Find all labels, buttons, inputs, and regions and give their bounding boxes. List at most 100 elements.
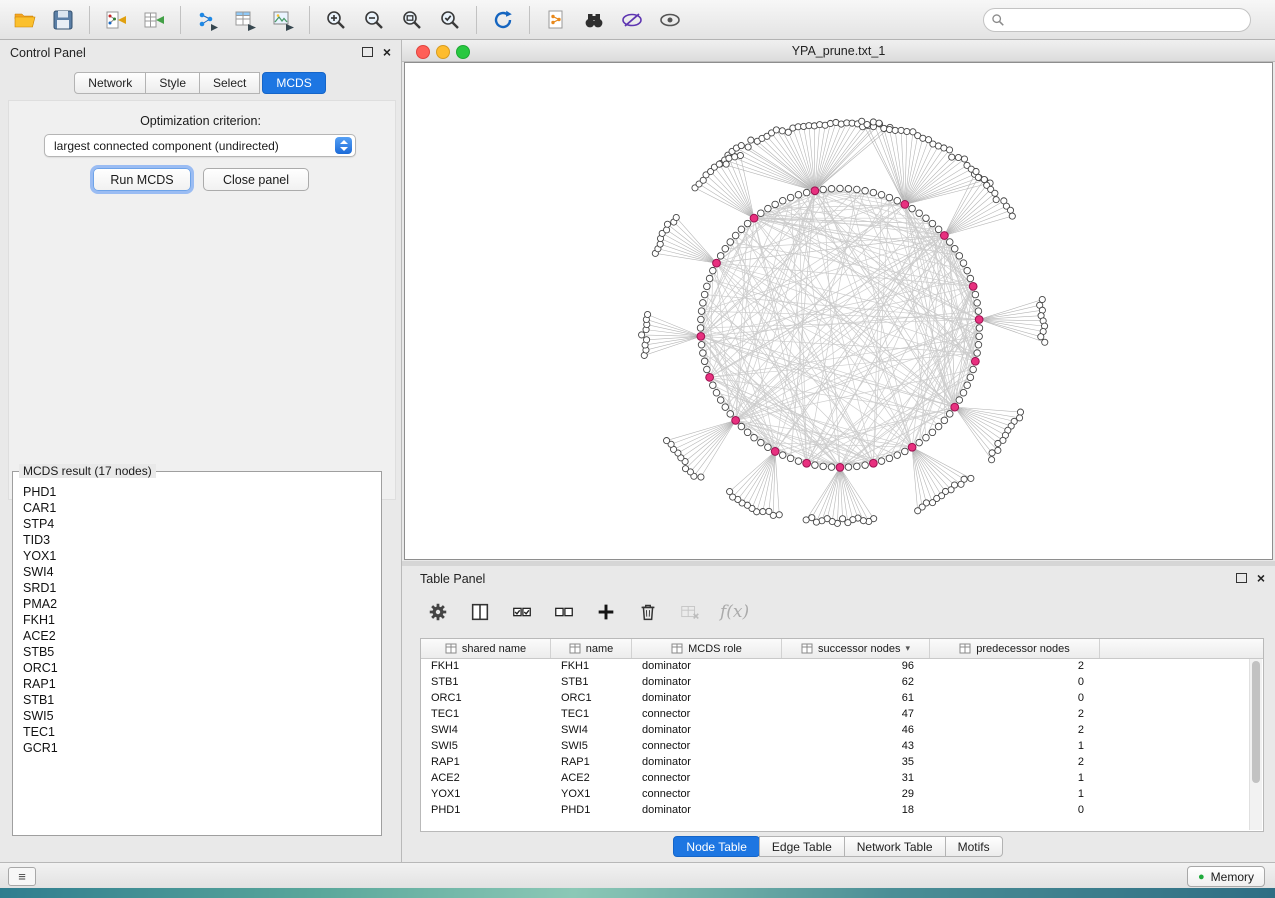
mcds-result-item[interactable]: SWI5	[23, 708, 381, 724]
column-header-name[interactable]: name	[551, 639, 632, 658]
hide-details-button[interactable]	[613, 4, 651, 36]
table-cell: SWI4	[551, 722, 632, 738]
toolbar-separator	[89, 6, 90, 34]
table-cell: ORC1	[551, 690, 632, 706]
criterion-dropdown[interactable]: largest connected component (undirected)	[44, 134, 356, 157]
table-panel-titlebar: Table Panel ×	[402, 566, 1275, 592]
table-row[interactable]: TEC1TEC1connector472	[421, 706, 1263, 722]
run-mcds-button[interactable]: Run MCDS	[93, 168, 191, 191]
float-window-button[interactable]	[1236, 573, 1247, 583]
search-network-button[interactable]	[575, 4, 613, 36]
table-cell: dominator	[632, 802, 782, 818]
column-grid-icon	[959, 643, 971, 654]
mcds-result-item[interactable]: GCR1	[23, 740, 381, 756]
table-row[interactable]: ACE2ACE2connector311	[421, 770, 1263, 786]
toolbar-separator	[309, 6, 310, 34]
show-details-button[interactable]	[651, 4, 689, 36]
table-row[interactable]: FKH1FKH1dominator962	[421, 658, 1263, 674]
zoom-out-button[interactable]	[355, 4, 393, 36]
table-row[interactable]: YOX1YOX1connector291	[421, 786, 1263, 802]
mcds-result-item[interactable]: PMA2	[23, 596, 381, 612]
table-row[interactable]: STB1STB1dominator620	[421, 674, 1263, 690]
network-view-canvas[interactable]	[404, 62, 1273, 560]
close-panel-button[interactable]: Close panel	[203, 168, 309, 191]
mcds-result-item[interactable]: SRD1	[23, 580, 381, 596]
columns-icon	[469, 601, 491, 623]
mcds-result-item[interactable]: TID3	[23, 532, 381, 548]
tab-network[interactable]: Network	[74, 72, 146, 94]
table-cell: dominator	[632, 658, 782, 674]
tab-edge-table[interactable]: Edge Table	[759, 836, 845, 857]
trash-icon	[637, 601, 659, 623]
close-window-button[interactable]: ×	[383, 46, 391, 58]
scrollbar-thumb[interactable]	[1252, 661, 1260, 783]
mcds-result-item[interactable]: SWI4	[23, 564, 381, 580]
table-row[interactable]: SWI4SWI4dominator462	[421, 722, 1263, 738]
table-scrollbar[interactable]	[1249, 659, 1262, 830]
export-table-icon	[233, 8, 257, 32]
network-graph[interactable]	[405, 63, 1272, 559]
table-cell: SWI5	[551, 738, 632, 754]
mcds-result-item[interactable]: STB5	[23, 644, 381, 660]
mcds-result-item[interactable]: CAR1	[23, 500, 381, 516]
zoom-selected-button[interactable]	[431, 4, 469, 36]
show-columns-button[interactable]	[468, 600, 492, 624]
tab-network-table[interactable]: Network Table	[844, 836, 946, 857]
mcds-result-item[interactable]: PHD1	[23, 484, 381, 500]
table-cell: YOX1	[421, 786, 551, 802]
mcds-result-item[interactable]: STB1	[23, 692, 381, 708]
deselect-all-button[interactable]	[552, 600, 576, 624]
float-window-button[interactable]	[362, 47, 373, 57]
dropdown-stepper-icon[interactable]	[335, 137, 352, 154]
tab-style[interactable]: Style	[145, 72, 200, 94]
table-cell: dominator	[632, 690, 782, 706]
mcds-result-item[interactable]: TEC1	[23, 724, 381, 740]
table-cell: connector	[632, 770, 782, 786]
add-column-button[interactable]	[594, 600, 618, 624]
table-cell: 2	[930, 706, 1100, 722]
import-table-button[interactable]	[135, 4, 173, 36]
table-row[interactable]: SWI5SWI5connector431	[421, 738, 1263, 754]
select-all-button[interactable]	[510, 600, 534, 624]
column-header-shared-name[interactable]: shared name	[421, 639, 551, 658]
export-table-button[interactable]	[226, 4, 264, 36]
mcds-result-item[interactable]: RAP1	[23, 676, 381, 692]
sort-desc-icon[interactable]: ▾	[906, 643, 911, 654]
close-window-button[interactable]: ×	[1257, 572, 1265, 584]
tab-motifs[interactable]: Motifs	[945, 836, 1003, 857]
refresh-layout-button[interactable]	[484, 4, 522, 36]
mcds-result-item[interactable]: ACE2	[23, 628, 381, 644]
column-grid-icon	[671, 643, 683, 654]
delete-column-button[interactable]	[636, 600, 660, 624]
mcds-result-item[interactable]: FKH1	[23, 612, 381, 628]
panel-menu-button[interactable]: ≡	[8, 867, 36, 886]
table-row[interactable]: PHD1PHD1dominator180	[421, 802, 1263, 818]
tab-node-table[interactable]: Node Table	[673, 836, 760, 857]
mcds-result-item[interactable]: YOX1	[23, 548, 381, 564]
table-row[interactable]: ORC1ORC1dominator610	[421, 690, 1263, 706]
save-session-button[interactable]	[44, 4, 82, 36]
mcds-result-list[interactable]: PHD1CAR1STP4TID3YOX1SWI4SRD1PMA2FKH1ACE2…	[13, 480, 381, 835]
table-settings-button[interactable]	[426, 600, 450, 624]
search-input[interactable]	[983, 8, 1251, 32]
tab-mcds[interactable]: MCDS	[262, 72, 325, 94]
zoom-fit-button[interactable]	[393, 4, 431, 36]
delete-table-button-disabled	[678, 600, 702, 624]
open-file-button[interactable]	[6, 4, 44, 36]
tab-select[interactable]: Select	[199, 72, 260, 94]
duplicate-network-button[interactable]	[537, 4, 575, 36]
column-header-predecessor-nodes[interactable]: predecessor nodes	[930, 639, 1100, 658]
export-network-button[interactable]	[188, 4, 226, 36]
table-cell: 43	[782, 738, 930, 754]
column-header-MCDS-role[interactable]: MCDS role	[632, 639, 782, 658]
table-row[interactable]: RAP1RAP1dominator352	[421, 754, 1263, 770]
export-image-button[interactable]	[264, 4, 302, 36]
memory-status-icon: ●	[1198, 871, 1205, 883]
import-network-button[interactable]	[97, 4, 135, 36]
column-header-successor-nodes[interactable]: successor nodes▾	[782, 639, 930, 658]
eye-icon	[658, 8, 682, 32]
zoom-in-button[interactable]	[317, 4, 355, 36]
memory-button[interactable]: ● Memory	[1187, 866, 1265, 887]
mcds-result-item[interactable]: ORC1	[23, 660, 381, 676]
mcds-result-item[interactable]: STP4	[23, 516, 381, 532]
